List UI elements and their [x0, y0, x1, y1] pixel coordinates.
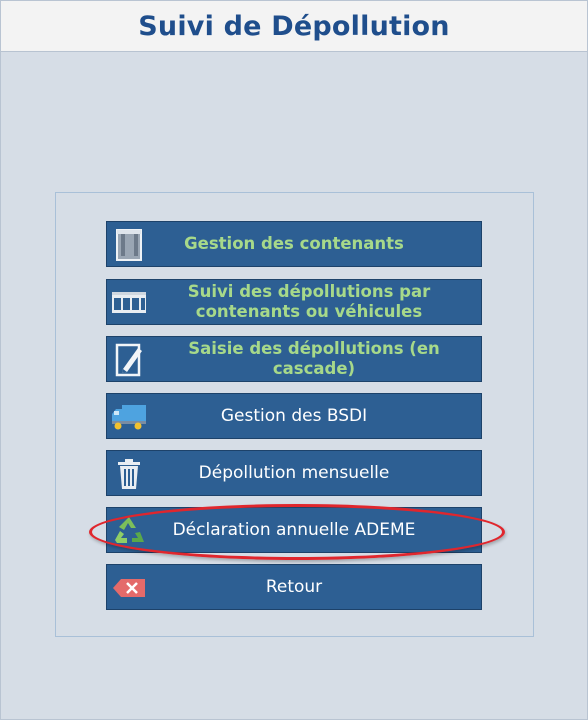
- declaration-annuelle-ademe-button[interactable]: Déclaration annuelle ADEME: [106, 507, 482, 553]
- menu-item-label: Retour: [265, 577, 323, 597]
- recycle-icon: [110, 513, 148, 549]
- suivi-depollutions-button[interactable]: Suivi des dépollutions par contenants ou…: [106, 279, 482, 325]
- menu-item-label: Gestion des contenants: [184, 234, 404, 253]
- menu-item-label: Gestion des BSDI: [220, 406, 368, 426]
- gestion-contenants-button[interactable]: Gestion des contenants: [106, 221, 482, 267]
- trash-bin-icon: [110, 456, 148, 492]
- menu-item-label-line1: Suivi des dépollutions par: [187, 282, 431, 301]
- page-title: Suivi de Dépollution: [138, 11, 450, 42]
- retour-button[interactable]: Retour: [106, 564, 482, 610]
- edit-form-icon: [110, 342, 148, 378]
- header-bar: Suivi de Dépollution: [1, 1, 587, 52]
- truck-icon: [110, 399, 148, 435]
- menu-item-label: Déclaration annuelle ADEME: [172, 520, 416, 540]
- gestion-bsdi-button[interactable]: Gestion des BSDI: [106, 393, 482, 439]
- menu-item-label-line2: contenants ou véhicules: [195, 302, 423, 321]
- backspace-close-icon: [110, 570, 148, 606]
- saisie-depollutions-button[interactable]: Saisie des dépollutions (en cascade): [106, 336, 482, 382]
- storage-rack-icon: [110, 285, 148, 321]
- container-icon: [110, 227, 148, 263]
- menu-item-label: Suivi des dépollutions par contenants ou…: [158, 282, 431, 322]
- menu-item-label: Saisie des dépollutions (en cascade): [188, 339, 440, 378]
- depollution-mensuelle-button[interactable]: Dépollution mensuelle: [106, 450, 482, 496]
- menu-item-label: Dépollution mensuelle: [198, 463, 390, 483]
